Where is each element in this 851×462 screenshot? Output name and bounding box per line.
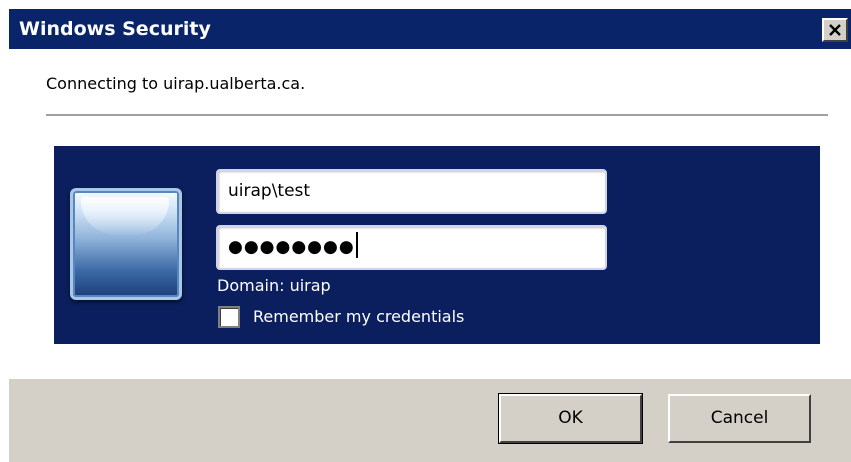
ok-button[interactable]: OK: [498, 393, 643, 444]
top-strip: [0, 0, 851, 9]
password-value: ●●●●●●●●: [228, 237, 355, 257]
title-bar[interactable]: Windows Security: [9, 9, 851, 49]
divider: [46, 114, 828, 116]
close-button[interactable]: [822, 18, 848, 42]
window-title: Windows Security: [19, 18, 211, 40]
cancel-button[interactable]: Cancel: [668, 394, 811, 443]
text-caret: [355, 232, 358, 258]
connecting-message: Connecting to uirap.ualberta.ca.: [46, 74, 306, 93]
remember-credentials-label[interactable]: Remember my credentials: [253, 307, 464, 326]
user-tile-shine: [81, 197, 169, 235]
remember-credentials-checkbox[interactable]: [218, 306, 240, 328]
password-field[interactable]: ●●●●●●●●: [216, 225, 607, 270]
username-field[interactable]: uirap\test: [216, 169, 607, 214]
username-value: uirap\test: [228, 181, 311, 201]
close-icon: [829, 24, 841, 36]
domain-label: Domain: uirap: [217, 276, 331, 295]
user-tile-icon: [70, 188, 182, 300]
windows-security-dialog: Windows Security Connecting to uirap.ual…: [0, 0, 851, 462]
